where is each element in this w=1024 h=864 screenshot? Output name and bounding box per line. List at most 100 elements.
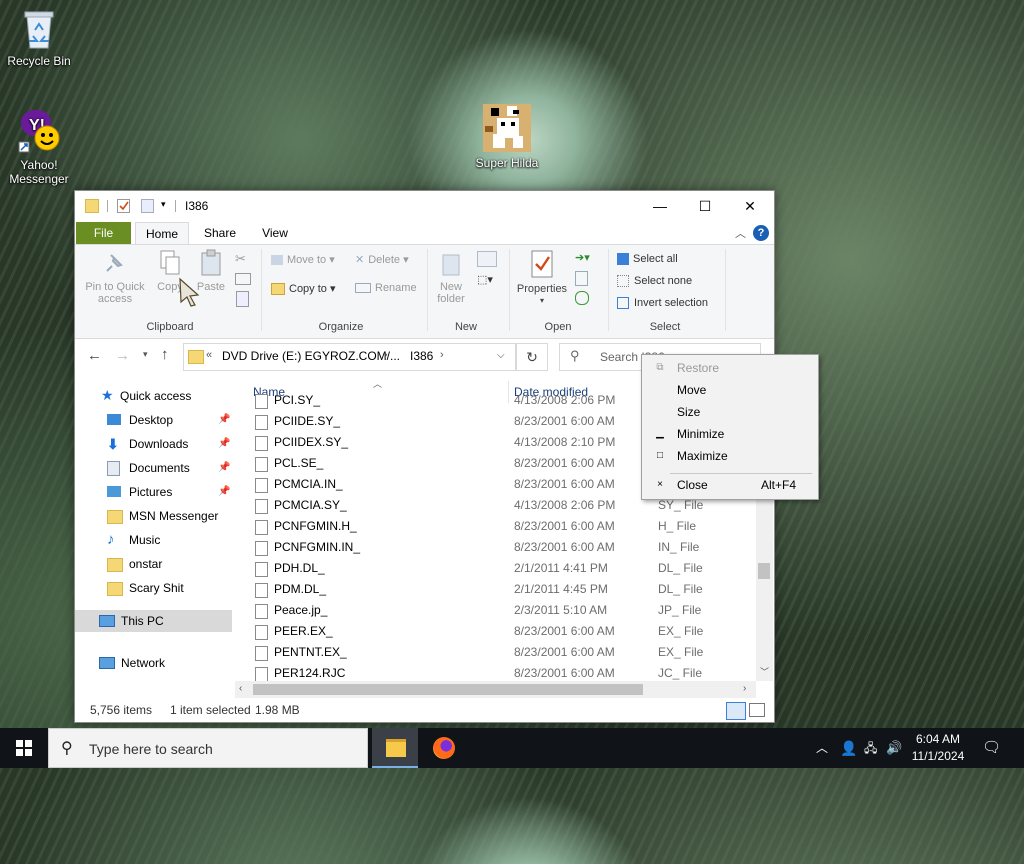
help-icon[interactable]: ? (753, 225, 769, 241)
desktop-icon-super-hilda[interactable]: Super Hilda (470, 104, 544, 170)
move-to-button[interactable]: Move to ▾ (271, 253, 335, 266)
tray-chevron-icon[interactable]: ︿ (816, 728, 828, 768)
scroll-right-icon[interactable]: › (743, 683, 746, 694)
table-row[interactable]: PDH.DL_ 2/1/2011 4:41 PM DL_ File (247, 558, 747, 579)
table-row[interactable]: PDM.DL_ 2/1/2011 4:45 PM DL_ File (247, 579, 747, 600)
ribbon-collapse-icon[interactable]: ︿ (735, 225, 746, 241)
nav-item-network[interactable] (75, 842, 232, 864)
table-row[interactable]: PENTNT.EX_ 8/23/2001 6:00 AM EX_ File (247, 642, 747, 663)
file-type: JC_ File (658, 666, 703, 680)
nav-item-music[interactable]: ♪ Music (75, 529, 232, 551)
notifications-icon[interactable]: 🗨 (982, 728, 1001, 768)
menu-item-minimize[interactable]: ▁ Minimize (642, 423, 818, 445)
history-icon[interactable] (575, 291, 589, 305)
address-path[interactable]: DVD Drive (E:) EGYROZ.COM/... (222, 349, 400, 363)
large-icons-view-icon[interactable] (749, 703, 765, 717)
pin-icon[interactable]: 📌 (218, 409, 230, 431)
new-folder-button[interactable]: New folder (431, 249, 471, 305)
table-row[interactable]: PEER.EX_ 8/23/2001 6:00 AM EX_ File (247, 621, 747, 642)
refresh-button[interactable]: ↻ (516, 343, 548, 371)
copy-path-icon[interactable] (235, 273, 251, 285)
start-button[interactable] (0, 728, 48, 768)
taskbar-search-input[interactable]: Type here to search (89, 741, 213, 757)
nav-item-onstar[interactable]: onstar (75, 553, 232, 575)
file-date: 8/23/2001 6:00 AM (514, 540, 615, 554)
pin-icon[interactable]: 📌 (218, 481, 230, 503)
nav-item-scary-shit[interactable]: Scary Shit (75, 577, 232, 599)
menu-item-close[interactable]: × Close Alt+F4 (642, 474, 818, 496)
details-view-icon[interactable] (726, 702, 746, 720)
back-button[interactable]: ← (87, 347, 102, 364)
recent-locations-icon[interactable]: ▾ (143, 349, 148, 360)
scroll-down-icon[interactable]: ﹀ (760, 665, 769, 678)
table-row[interactable]: Peace.jp_ 2/3/2011 5:10 AM JP_ File (247, 600, 747, 621)
tab-file[interactable]: File (76, 222, 131, 244)
easy-access-icon[interactable]: ⬚▾ (477, 273, 493, 286)
pin-to-quick-access-button[interactable]: Pin to Quick access (81, 249, 149, 305)
address-overflow-icon[interactable]: « (206, 349, 212, 361)
volume-icon[interactable]: 🔊 (886, 728, 902, 768)
horizontal-scrollbar[interactable]: ‹ › (235, 681, 756, 698)
desktop-icon-recycle-bin[interactable]: Recycle Bin (2, 8, 76, 68)
nav-item-msn-messenger[interactable]: MSN Messenger (75, 505, 232, 527)
network-tray-icon[interactable]: 🖧 (864, 728, 877, 768)
breadcrumb-separator-icon[interactable]: › (384, 349, 388, 361)
pin-icon[interactable]: 📌 (218, 433, 230, 455)
menu-item-restore[interactable]: ⧉ Restore (642, 357, 818, 379)
menu-item-move[interactable]: Move (642, 379, 818, 401)
taskbar-firefox[interactable] (420, 728, 466, 768)
address-current[interactable]: I386 (410, 349, 433, 363)
minimize-button[interactable]: — (637, 191, 683, 221)
close-button[interactable]: ✕ (727, 191, 773, 221)
edit-icon[interactable] (575, 271, 588, 286)
new-folder-icon (439, 249, 463, 277)
people-icon[interactable]: 👤 (840, 728, 857, 768)
tab-view[interactable]: View (251, 222, 299, 244)
open-icon[interactable]: ➔▾ (575, 251, 590, 264)
qat-customize-icon[interactable]: ▾ (161, 199, 166, 210)
file-date: 8/23/2001 6:00 AM (514, 456, 615, 470)
copy-to-button[interactable]: Copy to ▾ (271, 282, 336, 296)
invert-selection-button[interactable]: Invert selection (617, 297, 708, 310)
rename-button[interactable]: Rename (355, 282, 417, 294)
nav-item-downloads[interactable]: ⬇ Downloads 📌 (75, 433, 232, 455)
menu-item-size[interactable]: Size (642, 401, 818, 423)
nav-item-this-pc[interactable]: This PC (75, 610, 232, 632)
select-all-button[interactable]: Select all (617, 253, 678, 266)
file-name: PEER.EX_ (274, 624, 333, 638)
table-row[interactable]: PCNFGMIN.H_ 8/23/2001 6:00 AM H_ File (247, 516, 747, 537)
scroll-thumb[interactable] (253, 684, 643, 695)
table-row[interactable]: PER124.RJC 8/23/2001 6:00 AM JC_ File (247, 663, 747, 681)
nav-item-documents[interactable]: Documents 📌 (75, 457, 232, 479)
select-none-button[interactable]: Select none (617, 275, 692, 288)
taskbar-search[interactable]: ⚲ Type here to search (48, 728, 368, 768)
table-row[interactable]: PCNFGMIN.IN_ 8/23/2001 6:00 AM IN_ File (247, 537, 747, 558)
address-dropdown-icon[interactable]: ⌵ (497, 350, 505, 361)
address-bar[interactable]: « DVD Drive (E:) EGYROZ.COM/... › I386 ›… (183, 343, 516, 371)
paste-shortcut-icon[interactable] (236, 291, 249, 307)
clock[interactable]: 6:04 AM 11/1/2024 (906, 731, 970, 765)
scroll-thumb[interactable] (758, 563, 770, 579)
desktop-icon-yahoo-messenger[interactable]: Y! Yahoo! Messenger (2, 106, 76, 186)
menu-item-maximize[interactable]: □ Maximize (642, 445, 818, 467)
new-folder-qat-icon[interactable] (141, 199, 154, 213)
nav-item-network[interactable]: Network (75, 652, 232, 674)
pin-icon[interactable]: 📌 (218, 457, 230, 479)
breadcrumb-separator-icon[interactable]: › (440, 349, 444, 361)
scroll-left-icon[interactable]: ‹ (239, 683, 242, 694)
nav-item-quick-access[interactable]: ★ Quick access (75, 385, 232, 407)
cut-icon[interactable]: ✂ (235, 251, 246, 267)
properties-button[interactable]: Properties ▾ (513, 249, 571, 307)
file-type: EX_ File (658, 645, 704, 659)
nav-item-desktop[interactable]: Desktop 📌 (75, 409, 232, 431)
delete-button[interactable]: ✕ Delete ▾ (355, 253, 409, 266)
new-item-icon[interactable] (477, 251, 497, 267)
nav-item-pictures[interactable]: Pictures 📌 (75, 481, 232, 503)
taskbar-file-explorer[interactable] (372, 728, 418, 768)
up-button[interactable]: ↑ (161, 346, 169, 363)
forward-button[interactable]: → (115, 347, 130, 364)
maximize-button[interactable]: ☐ (682, 191, 728, 221)
properties-check-icon[interactable] (117, 199, 130, 213)
tab-home[interactable]: Home (135, 222, 189, 245)
tab-share[interactable]: Share (195, 222, 245, 244)
